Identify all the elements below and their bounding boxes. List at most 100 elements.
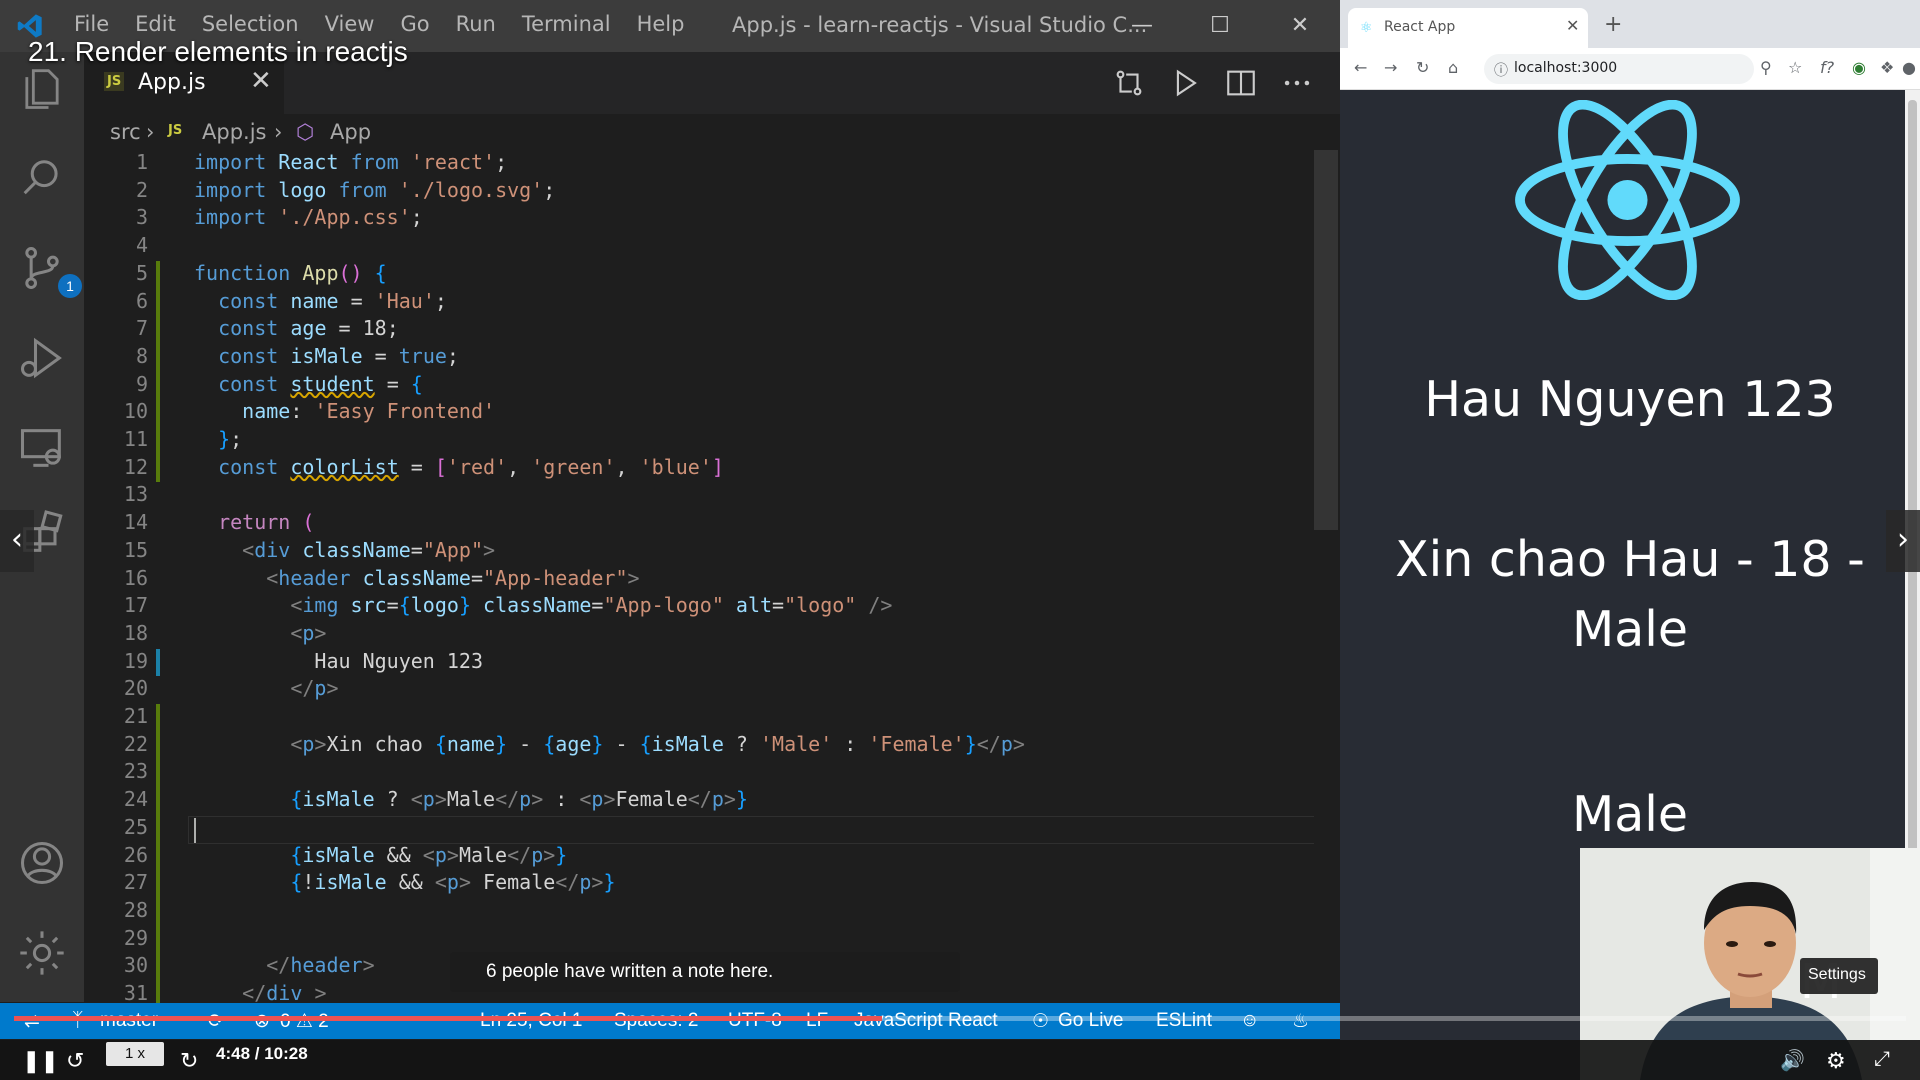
forward-skip-icon[interactable]: ↻ [180,1048,198,1074]
close-window-icon[interactable]: ✕ [1280,8,1320,44]
code-line: 7 const age = 18; [84,316,1314,344]
menu-go[interactable]: Go [400,12,429,36]
breadcrumb-src[interactable]: src [110,120,141,144]
screen: File Edit Selection View Go Run Terminal Help A… [0,0,1920,1080]
close-tab-icon[interactable]: ✕ [1566,16,1579,35]
code-line: 20 </p> [84,676,1314,704]
line-text: <p>Xin chao {name} - {age} - {isMale ? '… [290,731,1025,756]
menu-view[interactable]: View [325,12,375,36]
run-file-icon[interactable] [1168,66,1202,100]
go-live-button[interactable]: Go Live [1058,1010,1123,1032]
site-info-icon[interactable]: ⓘ [1494,60,1508,80]
maximize-icon[interactable]: ☐ [1200,8,1240,44]
compare-changes-icon[interactable] [1112,66,1146,100]
next-lecture-button[interactable]: › [1886,510,1920,572]
branch-icon: ᛉ [72,1010,83,1032]
menu-terminal[interactable]: Terminal [522,12,611,36]
breadcrumb-symbol[interactable]: App [330,120,371,144]
video-title: 21. Render elements in reactjs [28,36,408,67]
back-icon[interactable]: ← [1354,58,1367,77]
puzzle-extensions-icon[interactable]: ❖ [1880,58,1894,77]
menu-run[interactable]: Run [456,12,496,36]
code-line: 23 [84,759,1314,787]
problems-count[interactable]: 0 ⚠ 2 [280,1010,329,1033]
breadcrumb-file[interactable]: App.js [202,120,266,144]
search-icon[interactable] [16,152,68,204]
video-progress-bar[interactable] [14,1016,1906,1021]
code-line: 8 const isMale = true; [84,344,1314,372]
exit-fullscreen-icon[interactable]: ⤢ [1874,1048,1890,1071]
notes-banner[interactable]: 6 people have written a note here. [450,952,960,992]
code-line: 21 [84,704,1314,732]
previous-lecture-button[interactable]: ‹ [0,510,34,572]
line-text: return ( [218,510,315,535]
language-mode[interactable]: JavaScript React [854,1010,998,1032]
code-line: 13 [84,482,1314,510]
settings-gear-icon[interactable] [16,927,68,979]
formula-extension-icon[interactable]: f? [1820,58,1834,77]
menu-help[interactable]: Help [637,12,685,36]
line-text: const student = { [218,371,423,396]
code-editor[interactable]: 1 import React from 'react'; 2 import logo … [84,150,1374,1009]
cursor-position[interactable]: Ln 25, Col 1 [480,1010,582,1032]
time-display: 4:48 / 10:28 [216,1044,308,1063]
new-tab-icon[interactable]: + [1604,12,1622,37]
feedback-icon[interactable]: ☺ [1240,1010,1259,1032]
encoding[interactable]: UTF-8 [728,1010,782,1032]
tab-label: App.js [138,70,206,95]
rewind-icon[interactable]: ↺ [66,1048,84,1074]
video-settings-gear-icon[interactable]: ⚙ [1826,1048,1846,1074]
forward-icon[interactable]: → [1384,58,1397,77]
zoom-icon[interactable]: ⚲ [1760,58,1772,77]
sync-icon[interactable]: ⟳ [208,1010,224,1033]
extension-icon[interactable]: ◉ [1852,58,1866,77]
playback-speed-button[interactable]: 1 x [106,1042,164,1066]
line-text: {isMale ? <p>Male</p> : <p>Female</p>} [290,787,748,812]
eslint-status[interactable]: ESLint [1156,1010,1212,1032]
remote-icon[interactable]: ⇌ [24,1010,40,1033]
indentation[interactable]: Spaces: 2 [614,1010,699,1032]
line-number: 10 [123,399,148,424]
volume-icon[interactable]: 🔊 [1780,1048,1805,1073]
run-debug-icon[interactable] [16,332,68,384]
browser-tab-title: React App [1384,19,1456,35]
code-line: 12 const colorList = ['red', 'green', 'b… [84,455,1314,483]
component-icon: ⬡ [296,120,315,144]
bookmark-star-icon[interactable]: ☆ [1788,58,1802,77]
line-text: {isMale && <p>Male</p>} [290,842,568,867]
remote-explorer-icon[interactable] [16,422,68,474]
js-file-icon: JS [168,123,183,138]
line-number: 3 [135,205,148,230]
address-bar[interactable]: ⓘ localhost:3000 [1484,54,1754,84]
line-text: </div > [242,981,327,1005]
code-line: 5 function App() { [84,261,1314,289]
pause-icon[interactable]: ❚❚ [22,1048,59,1074]
more-actions-icon[interactable] [1280,66,1314,100]
home-icon[interactable]: ⌂ [1448,58,1458,77]
explorer-icon[interactable] [16,62,68,114]
menu-selection[interactable]: Selection [202,12,299,36]
line-number: 9 [135,371,148,396]
source-control-icon[interactable]: 1 [16,242,82,298]
split-editor-icon[interactable] [1224,66,1258,100]
git-change-marker [156,648,160,677]
close-tab-icon[interactable]: ✕ [250,66,272,96]
browser-tab-react-app[interactable]: ⚛ React App ✕ [1348,8,1588,48]
menu-file[interactable]: File [74,12,109,36]
line-number: 29 [123,925,148,950]
status-bar: ⇌ ᛉ master ⟳ ⊗ 0 ⚠ 2 Ln 25, Col 1 Spaces… [0,1003,1340,1039]
line-text: </p> [290,676,339,701]
menu-edit[interactable]: Edit [135,12,176,36]
line-number: 13 [123,482,148,507]
account-icon[interactable] [16,837,68,889]
profile-icon[interactable]: ● [1902,58,1916,77]
minimize-icon[interactable]: — [1122,8,1162,44]
broadcast-icon: ☉ [1032,1011,1050,1032]
notifications-bell-icon[interactable]: ♨ [1292,1010,1309,1033]
code-line: 24 {isMale ? <p>Male</p> : <p>Female</p>… [84,787,1314,815]
reload-icon[interactable]: ↻ [1416,58,1429,77]
line-ending[interactable]: LF [806,1010,828,1032]
editor-scrollbar[interactable] [1314,150,1338,530]
branch-name[interactable]: master [100,1010,158,1032]
line-number: 25 [123,814,148,839]
